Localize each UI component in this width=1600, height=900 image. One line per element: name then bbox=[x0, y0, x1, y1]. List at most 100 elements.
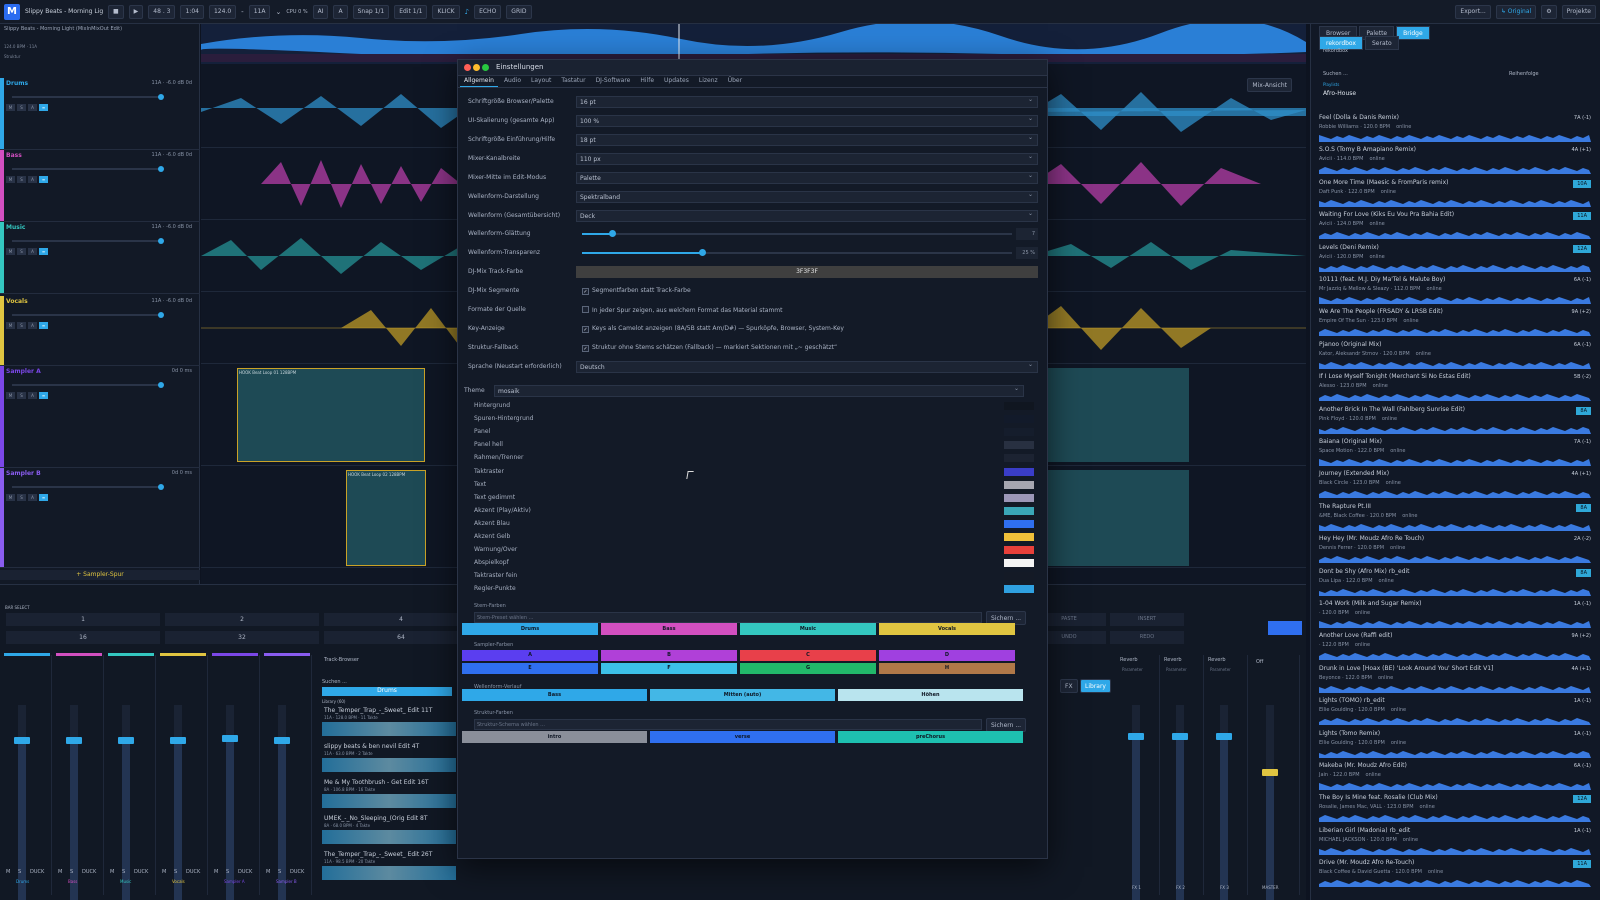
transparency-value[interactable]: 25 % bbox=[1016, 247, 1038, 259]
settings-select[interactable]: 110 px bbox=[576, 153, 1038, 165]
mute-button[interactable]: M bbox=[162, 869, 166, 875]
track-meta[interactable]: 11A · -6.0 dB 0d bbox=[152, 152, 192, 158]
track-button[interactable]: A bbox=[28, 104, 37, 111]
theme-color-row[interactable]: Panel bbox=[474, 426, 1034, 438]
structure-preset-select[interactable]: Struktur-Schema wählen ... bbox=[474, 719, 982, 730]
settings-tab[interactable]: Hilfe bbox=[636, 76, 658, 87]
stem-color-button[interactable]: Vocals bbox=[879, 623, 1015, 635]
song-item[interactable]: S.O.S (Tomy B Amapiano Remix) Avicii · 11… bbox=[1319, 146, 1599, 178]
wave-gradient-button[interactable]: Mitten (auto) bbox=[650, 689, 835, 701]
theme-color-row[interactable]: Abspielkopf bbox=[474, 557, 1034, 569]
settings-select[interactable]: Spektralband bbox=[576, 191, 1038, 203]
playlist-name[interactable]: Afro-House bbox=[1323, 90, 1356, 97]
fx-fader[interactable] bbox=[1172, 705, 1188, 900]
settings-tab[interactable]: Updates bbox=[660, 76, 693, 87]
headphone-icon[interactable]: ♪ bbox=[465, 8, 469, 16]
sampler-color-button[interactable]: F bbox=[601, 663, 737, 674]
theme-color-row[interactable]: Hintergrund bbox=[474, 400, 1034, 412]
theme-color-row[interactable]: Rahmen/Trenner bbox=[474, 452, 1034, 464]
settings-tab[interactable]: Audio bbox=[500, 76, 525, 87]
track-button[interactable]: S bbox=[17, 392, 26, 399]
track-button[interactable]: M bbox=[6, 104, 15, 111]
theme-color-row[interactable]: Panel hell bbox=[474, 439, 1034, 451]
smoothing-slider[interactable] bbox=[582, 230, 1012, 237]
theme-color-swatch[interactable] bbox=[1004, 559, 1034, 568]
track-button[interactable]: ≡ bbox=[39, 322, 48, 329]
reverb-select[interactable]: Reverb bbox=[1164, 657, 1182, 663]
song-item[interactable]: The Rapture Pt.III &ME, Black Coffee · 12… bbox=[1319, 503, 1599, 535]
track-button[interactable]: M bbox=[6, 176, 15, 183]
segments-checkbox[interactable]: ✓ Segmentfarben statt Track-Farbe bbox=[582, 287, 691, 295]
library-button[interactable]: Library bbox=[1080, 679, 1111, 693]
song-item[interactable]: We Are The People (FRSADY & LRSB Edit) Em… bbox=[1319, 308, 1599, 340]
browser-search[interactable]: Suchen ... bbox=[1323, 71, 1348, 77]
library-item-title[interactable]: The_Temper_Trap_-_Sweet_ Edit 26T bbox=[324, 851, 432, 858]
theme-color-swatch[interactable] bbox=[1004, 454, 1034, 463]
song-item[interactable]: Levels (Deni Remix) Avicii · 120.0 BPM onl… bbox=[1319, 244, 1599, 276]
theme-color-swatch[interactable] bbox=[1004, 506, 1034, 515]
track-volume-fader[interactable] bbox=[12, 166, 164, 172]
track-button[interactable]: M bbox=[6, 248, 15, 255]
master-fader[interactable] bbox=[1262, 705, 1278, 900]
structure-color-button[interactable]: verse bbox=[650, 731, 835, 743]
settings-tab[interactable]: Allgemein bbox=[460, 76, 498, 87]
song-item[interactable]: Another Brick In The Wall (Fahlberg Sunr… bbox=[1319, 406, 1599, 438]
library-item-title[interactable]: The_Temper_Trap_-_Sweet_ Edit 11T bbox=[324, 707, 432, 714]
language-select[interactable]: Deutsch bbox=[576, 361, 1038, 373]
settings-gear-icon[interactable]: ⚙ bbox=[1541, 4, 1557, 19]
click-button[interactable]: KLICK bbox=[432, 4, 460, 19]
theme-color-swatch[interactable] bbox=[1004, 441, 1034, 450]
song-item[interactable]: One More Time (Maesic & FromParis remix)… bbox=[1319, 179, 1599, 211]
bar-select-button[interactable]: 1 bbox=[6, 613, 160, 626]
bar-select-button[interactable]: 16 bbox=[6, 631, 160, 644]
sampler-color-button[interactable]: H bbox=[879, 663, 1015, 674]
track-volume-fader[interactable] bbox=[12, 238, 164, 244]
track-name[interactable]: Sampler A bbox=[6, 368, 41, 375]
export-button[interactable]: Export... bbox=[1455, 4, 1491, 19]
stem-preset-select[interactable]: Stem-Preset wählen ... bbox=[474, 612, 982, 623]
song-item[interactable]: Baiana (Original Mix) Space Motion · 122.… bbox=[1319, 438, 1599, 470]
theme-color-swatch[interactable] bbox=[1004, 467, 1034, 476]
solo-button[interactable]: S bbox=[174, 869, 177, 875]
track-button[interactable]: M bbox=[6, 322, 15, 329]
duck-button[interactable]: DUCK bbox=[30, 869, 44, 875]
wave-gradient-button[interactable]: Bass bbox=[462, 689, 647, 701]
song-item[interactable]: Dont be Shy (Afro Mix) rb_edit Dua Lipa ·… bbox=[1319, 568, 1599, 600]
bar-select-button[interactable]: 4 bbox=[324, 613, 478, 626]
sampler-color-button[interactable]: C bbox=[740, 650, 876, 661]
theme-color-row[interactable]: Akzent (Play/Aktiv) bbox=[474, 505, 1034, 517]
track-meta[interactable]: 11A · -6.0 dB 0d bbox=[152, 224, 192, 230]
sampler-color-button[interactable]: G bbox=[740, 663, 876, 674]
stem-color-button[interactable]: Music bbox=[740, 623, 876, 635]
fader-knob[interactable] bbox=[222, 735, 238, 742]
track-name[interactable]: Vocals bbox=[6, 298, 28, 305]
theme-select[interactable]: mosaik bbox=[494, 385, 1024, 397]
fader-knob[interactable] bbox=[158, 166, 164, 172]
key-dropdown-icon[interactable]: ⌄ bbox=[275, 8, 281, 16]
track-button[interactable]: ≡ bbox=[39, 494, 48, 501]
theme-color-swatch[interactable] bbox=[1004, 572, 1034, 581]
track-button[interactable]: S bbox=[17, 494, 26, 501]
grid-button[interactable]: GRID bbox=[506, 4, 532, 19]
song-item[interactable]: Pjanoo (Original Mix) Kator, Aleksandr St… bbox=[1319, 341, 1599, 373]
bar-select-button[interactable]: 32 bbox=[165, 631, 319, 644]
settings-tab[interactable]: Layout bbox=[527, 76, 555, 87]
track-browser-search[interactable]: Suchen ... bbox=[322, 679, 347, 685]
track-volume-fader[interactable] bbox=[12, 312, 164, 318]
close-button[interactable] bbox=[464, 64, 471, 71]
song-item[interactable]: Makeba (Mr. Moudz Afro Edit) Jain · 122.0… bbox=[1319, 762, 1599, 794]
bar-select-button[interactable]: 64 bbox=[324, 631, 478, 644]
theme-color-row[interactable]: Text gedimmt bbox=[474, 492, 1034, 504]
tab-bridge[interactable]: Bridge bbox=[1396, 26, 1430, 40]
minimize-button[interactable] bbox=[473, 64, 480, 71]
song-item[interactable]: Drive (Mr. Moudz Afro Re-Touch) Black Cof… bbox=[1319, 859, 1599, 891]
solo-button[interactable]: S bbox=[122, 869, 125, 875]
theme-color-row[interactable]: Akzent Blau bbox=[474, 518, 1034, 530]
track-header[interactable]: Music 11A · -6.0 dB 0d M S A ≡ bbox=[0, 222, 200, 294]
mute-button[interactable]: M bbox=[214, 869, 218, 875]
settings-select[interactable]: Palette bbox=[576, 172, 1038, 184]
duck-button[interactable]: DUCK bbox=[134, 869, 148, 875]
theme-color-row[interactable]: Akzent Gelb bbox=[474, 531, 1034, 543]
mixer-action-button[interactable] bbox=[1268, 621, 1302, 635]
track-button[interactable]: S bbox=[17, 176, 26, 183]
